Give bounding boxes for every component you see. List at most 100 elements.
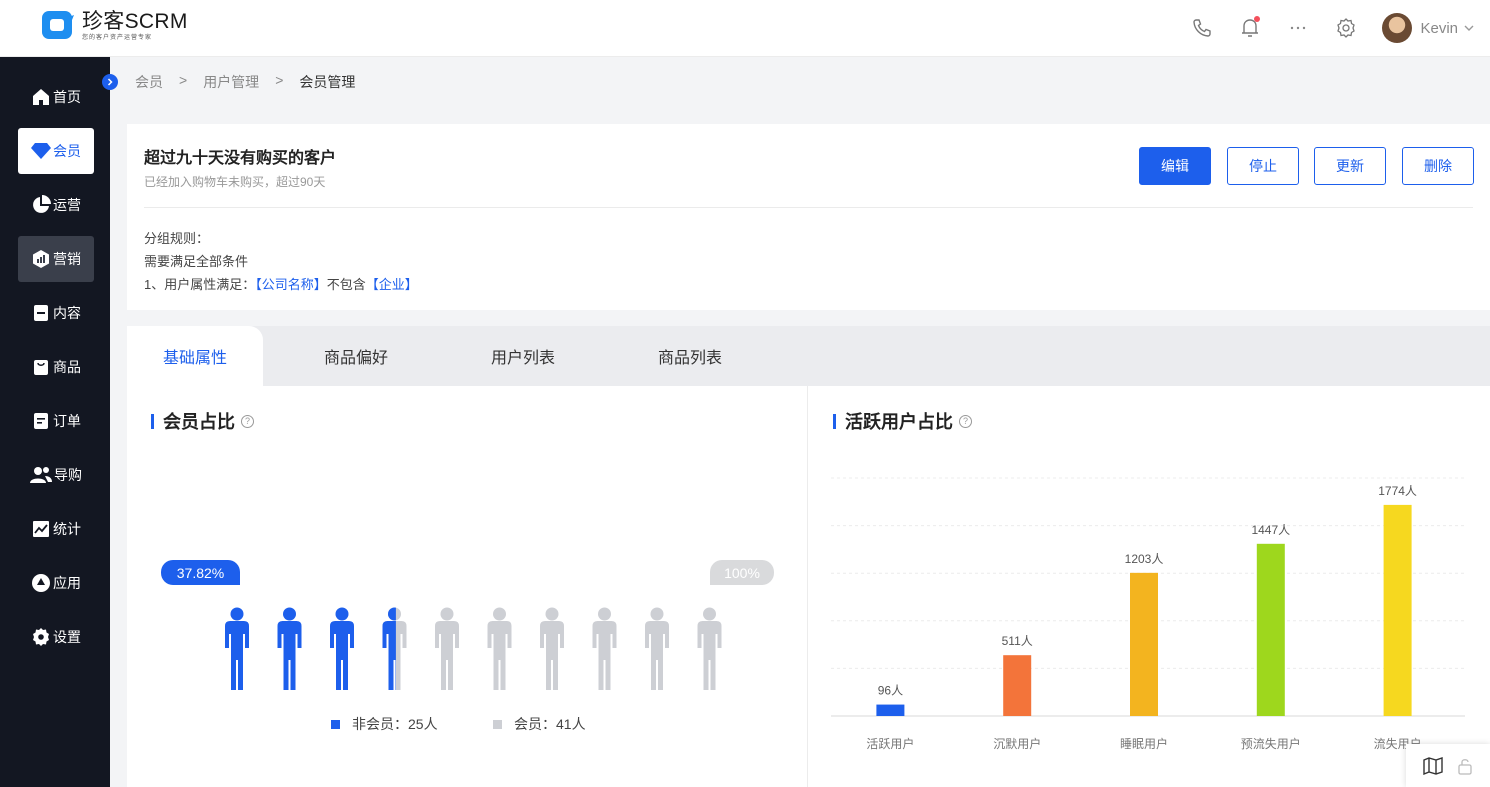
- settings-icon[interactable]: [1334, 16, 1358, 40]
- sidebar-item-label: 内容: [53, 305, 81, 321]
- app-name: 珍客SCRM: [82, 10, 188, 33]
- rule-value: 【企业】: [365, 277, 418, 292]
- rule-row: 1、用户属性满足：【公司名称】不包含【企业】: [144, 274, 418, 293]
- delete-button[interactable]: 删除: [1402, 147, 1474, 185]
- data-label: 511人: [1002, 634, 1033, 648]
- sidebar-item-label: 应用: [53, 575, 81, 591]
- person-figure: [487, 607, 512, 690]
- sidebar-item-settings[interactable]: 设置: [18, 614, 94, 660]
- stop-button[interactable]: 停止: [1227, 147, 1299, 185]
- breadcrumb-current: 会员管理: [299, 74, 356, 90]
- rules-condition: 需要满足全部条件: [144, 254, 249, 269]
- tab-product-list[interactable]: 商品列表: [658, 326, 722, 386]
- bar[interactable]: [876, 704, 905, 716]
- sidebar-item-marketing[interactable]: 营销: [18, 236, 94, 282]
- top-bar: 珍客SCRM 您的客户资产运营专家 Kevin: [0, 0, 1490, 57]
- corner-tools: [1406, 744, 1490, 787]
- max-badge: 100%: [710, 560, 774, 585]
- stats-panels: 会员占比 ? 37.82% 100% 非会员：25人 会员：41人 活跃用户占比…: [127, 386, 1490, 787]
- member-figures: [225, 607, 722, 690]
- sidebar-toggle[interactable]: [102, 74, 118, 90]
- sidebar: 首页 会员 运营 营销 内容 商品 订单 导购 统计 应用 设置: [0, 57, 110, 787]
- bar[interactable]: [1256, 543, 1285, 716]
- rule-prefix: 1、用户属性满足：: [144, 277, 256, 292]
- bar[interactable]: [1130, 572, 1158, 716]
- percent-badge: 37.82%: [161, 560, 240, 585]
- tab-user-list[interactable]: 用户列表: [491, 326, 555, 386]
- sidebar-item-label: 导购: [54, 467, 82, 483]
- person-figure: [225, 607, 249, 690]
- sidebar-item-order[interactable]: 订单: [18, 398, 94, 444]
- legend-item-non-member: 非会员：25人: [331, 714, 438, 734]
- edit-button[interactable]: 编辑: [1139, 147, 1211, 185]
- sidebar-item-label: 营销: [53, 251, 81, 267]
- marketing-icon: [33, 250, 49, 268]
- bar[interactable]: [1383, 504, 1412, 716]
- segment-subtitle: 已经加入购物车未购买，超过90天: [144, 175, 326, 189]
- lock-icon[interactable]: [1457, 757, 1473, 775]
- person-figure: [645, 607, 669, 690]
- app-slogan: 您的客户资产运营专家: [82, 35, 153, 41]
- bar[interactable]: [1003, 655, 1032, 716]
- logo-icon: [42, 11, 74, 39]
- sidebar-item-guide[interactable]: 导购: [18, 452, 94, 498]
- tab-product-preference[interactable]: 商品偏好: [324, 326, 388, 386]
- sidebar-item-label: 统计: [53, 521, 81, 537]
- divider: [144, 207, 1473, 208]
- breadcrumb-item[interactable]: 会员: [135, 72, 163, 92]
- sidebar-item-label: 订单: [53, 413, 81, 429]
- phone-icon[interactable]: [1190, 16, 1214, 40]
- help-icon[interactable]: ?: [241, 414, 254, 428]
- rules-label: 分组规则：: [144, 231, 210, 246]
- segment-title: 超过九十天没有购买的客户: [144, 150, 337, 167]
- user-name[interactable]: Kevin: [1420, 20, 1458, 37]
- breadcrumb: 会员 > 用户管理 > 会员管理: [135, 72, 371, 92]
- person-figure: [435, 607, 459, 690]
- avatar[interactable]: [1382, 13, 1413, 43]
- sidebar-item-label: 首页: [53, 89, 81, 105]
- data-label: 1774人: [1378, 484, 1417, 498]
- sidebar-item-apps[interactable]: 应用: [18, 560, 94, 606]
- breadcrumb-item[interactable]: 用户管理: [203, 72, 259, 92]
- breadcrumb-separator: >: [275, 72, 284, 88]
- sidebar-item-member[interactable]: 会员: [18, 128, 94, 174]
- chevron-right-icon: [107, 78, 113, 86]
- home-icon: [33, 89, 49, 105]
- panel-divider: [807, 386, 808, 787]
- rule-operator: 不包含: [326, 277, 366, 292]
- update-button[interactable]: 更新: [1314, 147, 1386, 185]
- sidebar-item-label: 运营: [53, 197, 81, 213]
- active-users-title: 活跃用户占比 ?: [833, 408, 972, 434]
- sidebar-item-home[interactable]: 首页: [18, 74, 94, 120]
- more-icon[interactable]: [1286, 16, 1310, 40]
- tick-label: 预流失用户: [1241, 736, 1301, 751]
- tab-basic-attributes[interactable]: 基础属性: [127, 326, 263, 386]
- person-figure: [382, 607, 407, 690]
- sidebar-item-stats[interactable]: 统计: [18, 506, 94, 552]
- order-icon: [34, 413, 48, 429]
- pie-icon: [33, 195, 51, 213]
- chevron-down-icon[interactable]: [1464, 24, 1474, 32]
- map-icon[interactable]: [1423, 756, 1443, 775]
- legend-swatch: [331, 719, 340, 729]
- sidebar-item-content[interactable]: 内容: [18, 290, 94, 336]
- stats-icon: [33, 521, 49, 537]
- data-label: 1203人: [1125, 552, 1164, 566]
- app-logo[interactable]: 珍客SCRM 您的客户资产运营专家: [40, 9, 188, 43]
- bell-icon[interactable]: [1238, 16, 1262, 40]
- sidebar-item-operation[interactable]: 运营: [18, 182, 94, 228]
- sidebar-item-label: 商品: [53, 359, 81, 375]
- sidebar-item-label: 会员: [53, 143, 81, 159]
- settings-icon: [33, 628, 49, 646]
- guide-icon: [30, 467, 52, 483]
- person-figure: [277, 607, 302, 690]
- tick-label: 沉默用户: [993, 736, 1041, 751]
- tick-label: 活跃用户: [866, 736, 914, 751]
- rule-field: 【公司名称】: [255, 277, 327, 292]
- person-figure: [592, 607, 617, 690]
- legend-swatch: [493, 719, 502, 729]
- data-label: 96人: [878, 684, 903, 698]
- segment-card: 超过九十天没有购买的客户 已经加入购物车未购买，超过90天 编辑 停止 更新 删…: [127, 124, 1490, 310]
- help-icon[interactable]: ?: [959, 414, 972, 428]
- sidebar-item-goods[interactable]: 商品: [18, 344, 94, 390]
